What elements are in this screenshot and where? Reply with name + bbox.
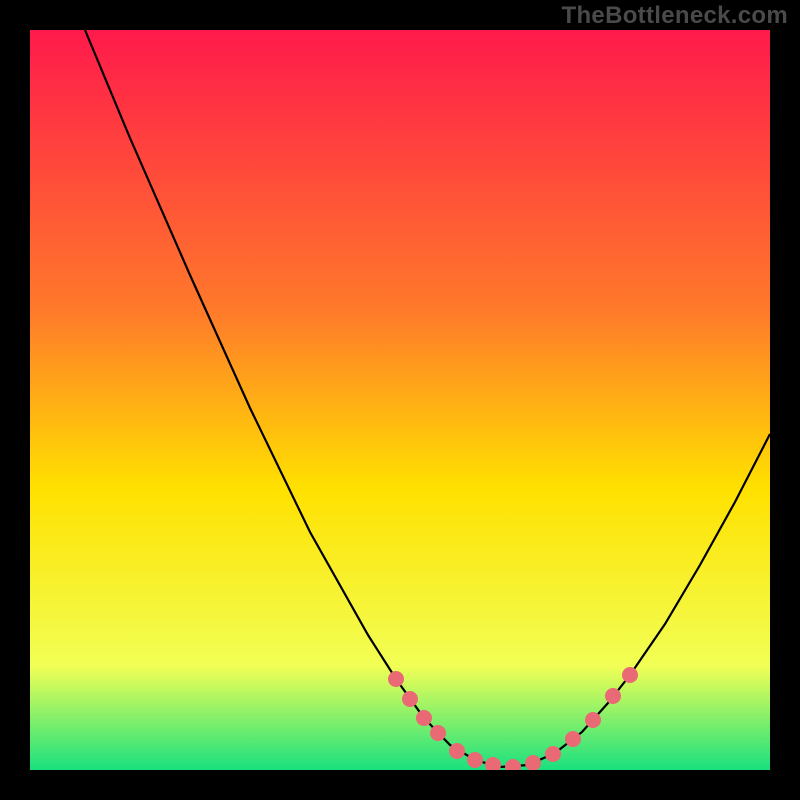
bottleneck-plot [30,30,770,770]
highlight-dot [449,743,465,759]
chart-frame: TheBottleneck.com [0,0,800,800]
highlight-dot [416,710,432,726]
highlight-dot [402,691,418,707]
watermark-text: TheBottleneck.com [562,2,788,30]
highlight-dot [622,667,638,683]
highlight-dot [430,725,446,741]
highlight-dot [585,712,601,728]
highlight-dot [605,688,621,704]
highlight-dot [388,671,404,687]
highlight-dot [467,752,483,768]
gradient-background [30,30,770,770]
highlight-dot [545,746,561,762]
highlight-dot [565,731,581,747]
